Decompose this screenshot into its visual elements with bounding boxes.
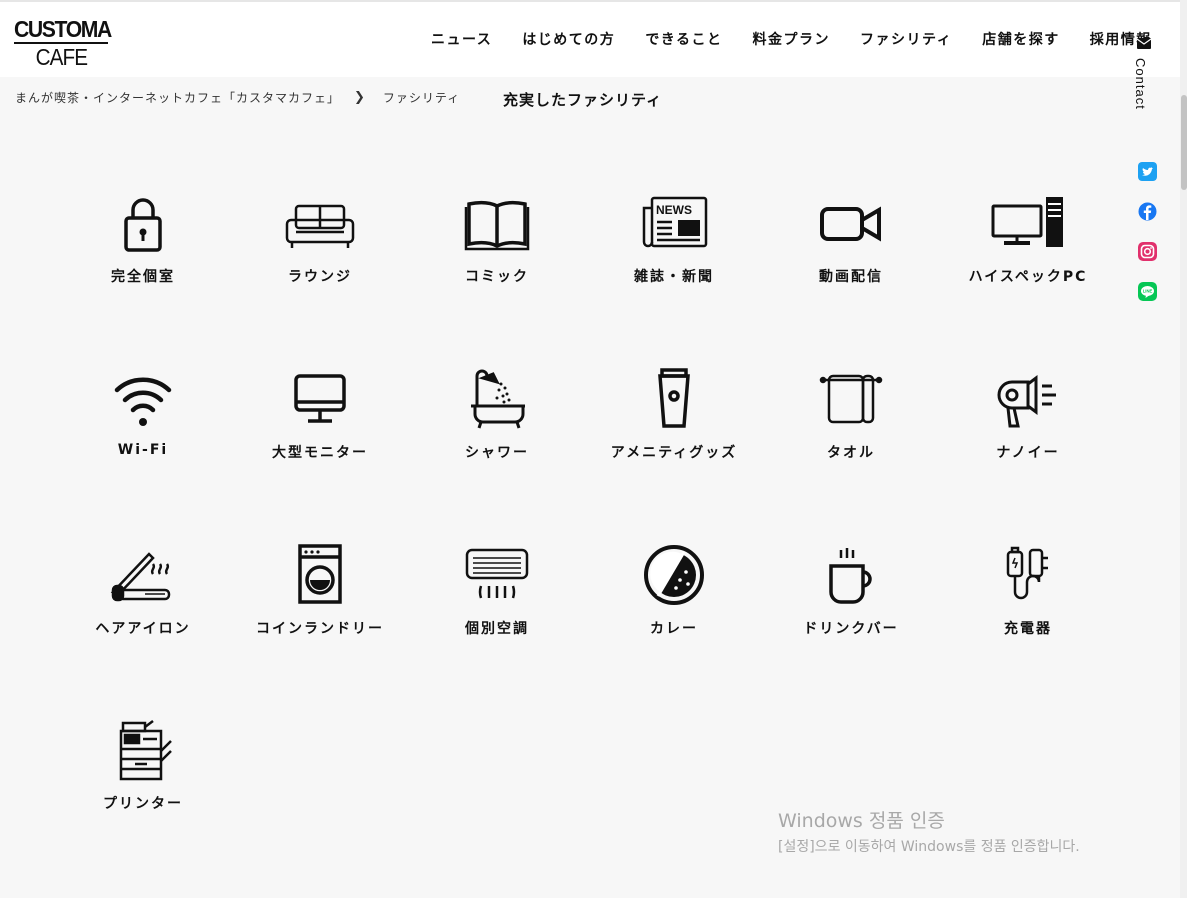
- facility-item: ナノイー: [940, 366, 1116, 486]
- facility-label: ラウンジ: [288, 269, 352, 285]
- facility-label: ヘアアイロン: [95, 621, 191, 637]
- scrollbar-thumb[interactable]: [1181, 95, 1187, 190]
- contact-link[interactable]: Contact: [1133, 36, 1158, 110]
- curry-icon: [634, 542, 714, 608]
- facility-label: ハイスペックPC: [968, 269, 1088, 285]
- facility-label: プリンター: [103, 796, 183, 812]
- twitter-icon[interactable]: [1138, 162, 1157, 181]
- nav-item-news[interactable]: ニュース: [431, 29, 492, 49]
- breadcrumb-home-link[interactable]: まんが喫茶・インターネットカフェ「カスタマカフェ」: [15, 89, 340, 106]
- svg-text:NEWS: NEWS: [656, 203, 692, 217]
- facility-label: カレー: [650, 621, 698, 637]
- towel-icon: [811, 366, 891, 432]
- wifi-icon: [103, 366, 183, 432]
- breadcrumb: まんが喫茶・インターネットカフェ「カスタマカフェ」 ❯ ファシリティ: [15, 89, 460, 106]
- instagram-icon[interactable]: [1138, 242, 1157, 261]
- facility-label: コインランドリー: [256, 621, 384, 637]
- logo-line-2: CAFE: [35, 44, 89, 70]
- facility-label: コミック: [465, 269, 529, 285]
- tube-icon: [634, 366, 714, 432]
- facility-label: 完全個室: [111, 269, 175, 285]
- facility-item: タオル: [763, 366, 939, 486]
- hair-iron-icon: [103, 542, 183, 608]
- facility-item: シャワー: [409, 366, 585, 486]
- facility-item: ラウンジ: [232, 190, 408, 310]
- facility-item: 充電器: [940, 542, 1116, 662]
- page-title: 充実したファシリティ: [503, 91, 663, 109]
- facility-label: 動画配信: [819, 269, 883, 285]
- facility-item: コミック: [409, 190, 585, 310]
- desktop-pc-icon: [988, 190, 1068, 256]
- facility-label: ナノイー: [996, 445, 1060, 461]
- nav-item-find-store[interactable]: 店舗を探す: [982, 29, 1060, 49]
- monitor-icon: [280, 366, 360, 432]
- facility-item: コインランドリー: [232, 542, 408, 662]
- facility-label: 大型モニター: [272, 445, 368, 461]
- facebook-icon[interactable]: [1138, 202, 1157, 221]
- facility-item: プリンター: [55, 717, 231, 837]
- mail-icon: [1137, 38, 1151, 49]
- facility-item: ドリンクバー: [763, 542, 939, 662]
- sofa-icon: [280, 190, 360, 256]
- facility-item: 個別空調: [409, 542, 585, 662]
- facility-item: NEWS 雑誌・新聞: [586, 190, 762, 310]
- washing-machine-icon: [280, 542, 360, 608]
- nav-item-services[interactable]: できること: [645, 29, 722, 49]
- nav-item-facility[interactable]: ファシリティ: [860, 29, 952, 49]
- facility-item: 動画配信: [763, 190, 939, 310]
- facility-label: シャワー: [465, 445, 529, 461]
- video-camera-icon: [811, 190, 891, 256]
- newspaper-icon: NEWS: [634, 190, 714, 256]
- facility-label: 個別空調: [465, 621, 529, 637]
- facility-label: 雑誌・新聞: [634, 269, 714, 285]
- facility-item: ヘアアイロン: [55, 542, 231, 662]
- nav-item-pricing[interactable]: 料金プラン: [753, 29, 831, 49]
- windows-activation-watermark: Windows 정품 인증 [설정]으로 이동하여 Windows를 정품 인증…: [778, 806, 1080, 856]
- facility-item: アメニティグッズ: [586, 366, 762, 486]
- main-nav: ニュース はじめての方 できること 料金プラン ファシリティ 店舗を探す 採用情…: [431, 29, 1152, 49]
- open-book-icon: [457, 190, 537, 256]
- chevron-right-icon: ❯: [354, 90, 365, 105]
- facility-label: Wi-Fi: [117, 442, 169, 458]
- facility-item: ハイスペックPC: [940, 190, 1116, 310]
- facility-item: カレー: [586, 542, 762, 662]
- facility-item: Wi-Fi: [55, 366, 231, 486]
- padlock-icon: [103, 190, 183, 256]
- facility-label: ドリンクバー: [803, 621, 899, 637]
- printer-icon: [103, 717, 183, 783]
- nav-item-first-time[interactable]: はじめての方: [522, 29, 615, 49]
- air-conditioner-icon: [457, 542, 537, 608]
- logo-line-1: CUSTOMA: [14, 16, 112, 42]
- facility-label: 充電器: [1004, 621, 1052, 637]
- customa-cafe-logo[interactable]: CUSTOMA CAFE: [14, 16, 112, 70]
- charger-icon: [988, 542, 1068, 608]
- line-icon[interactable]: LINE: [1138, 282, 1157, 301]
- facility-item: 完全個室: [55, 190, 231, 310]
- breadcrumb-current: ファシリティ: [382, 91, 461, 105]
- svg-text:LINE: LINE: [1143, 289, 1153, 294]
- site-header: CUSTOMA CAFE ニュース はじめての方 できること 料金プラン ファシ…: [0, 2, 1180, 77]
- watermark-subtitle: [설정]으로 이동하여 Windows를 정품 인증합니다.: [778, 839, 1080, 855]
- hair-dryer-icon: [988, 366, 1068, 432]
- hot-drink-icon: [811, 542, 891, 608]
- watermark-title: Windows 정품 인증: [778, 810, 945, 832]
- facility-label: タオル: [827, 445, 875, 461]
- contact-label: Contact: [1133, 58, 1148, 110]
- shower-bath-icon: [457, 366, 537, 432]
- facility-item: 大型モニター: [232, 366, 408, 486]
- facility-label: アメニティグッズ: [610, 445, 738, 461]
